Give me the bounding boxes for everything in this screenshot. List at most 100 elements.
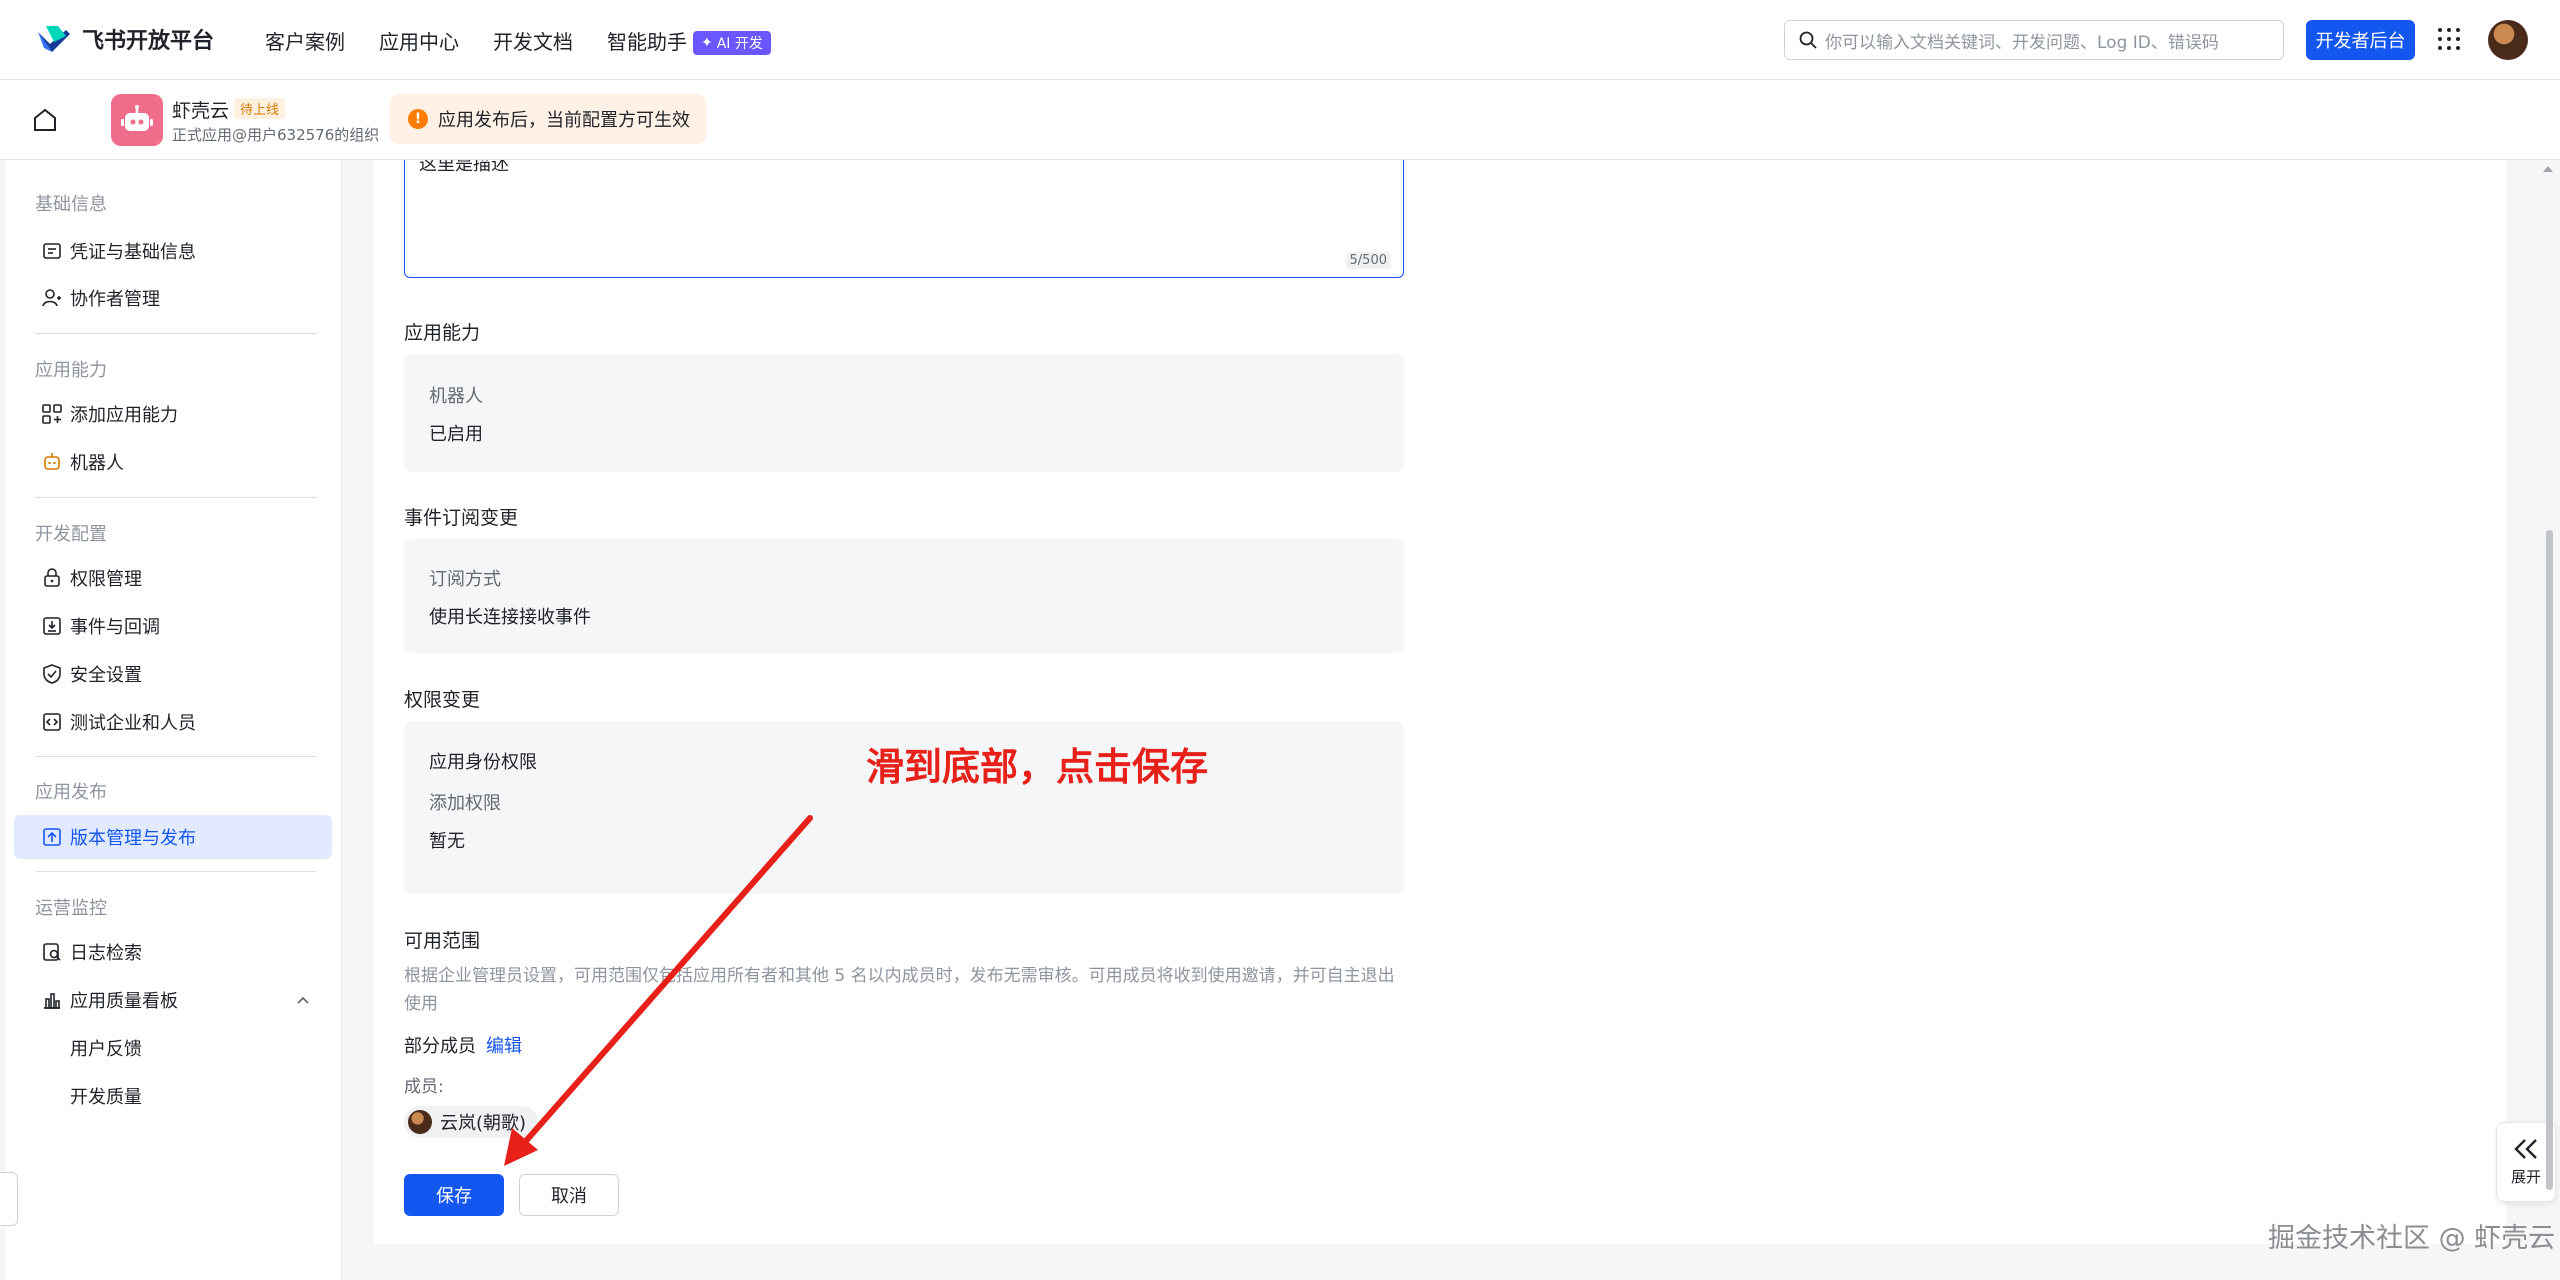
event-box: 订阅方式 使用长连接接收事件 <box>404 539 1404 653</box>
publish-notice: ! 应用发布后，当前配置方可生效 <box>390 94 706 144</box>
sidebar-item-test[interactable]: 测试企业和人员 <box>14 700 332 744</box>
section-title-event: 事件订阅变更 <box>404 507 519 529</box>
sidebar-item-credentials[interactable]: 凭证与基础信息 <box>14 229 332 273</box>
sidebar-item-label: 机器人 <box>70 453 124 474</box>
add-app-icon <box>42 404 62 424</box>
scope-partial: 部分成员 编辑 <box>404 1032 522 1058</box>
expand-label: 展开 <box>2510 1167 2541 1186</box>
logo[interactable]: 飞书开放平台 <box>36 22 214 56</box>
app-name: 虾壳云 <box>172 100 230 122</box>
sidebar-item-label: 开发质量 <box>70 1087 142 1108</box>
feishu-logo-icon <box>38 26 70 52</box>
sidebar-group-basic: 基础信息 <box>35 194 107 215</box>
save-button[interactable]: 保存 <box>404 1174 504 1216</box>
scroll-up-icon[interactable] <box>2543 166 2553 172</box>
search-placeholder: 你可以输入文档关键词、开发问题、Log ID、错误码 <box>1825 32 2219 53</box>
section-title-capability: 应用能力 <box>404 322 481 344</box>
sidebar-item-add-capability[interactable]: 添加应用能力 <box>14 392 332 436</box>
ai-badge-label: AI 开发 <box>716 36 763 52</box>
sidebar-group-ops: 运营监控 <box>35 898 107 919</box>
app-header: 虾壳云 待上线 正式应用@用户632576的组织 ! 应用发布后，当前配置方可生… <box>0 80 2560 160</box>
sidebar-item-logs[interactable]: 日志检索 <box>14 930 332 974</box>
sidebar-group-capability: 应用能力 <box>35 360 107 381</box>
member-name: 云岚(朝歌) <box>440 1113 527 1134</box>
sidebar-group-release: 应用发布 <box>35 782 107 803</box>
double-chevron-left-icon <box>2514 1138 2537 1159</box>
char-counter: 5/500 <box>1345 252 1391 269</box>
sidebar-item-label: 用户反馈 <box>70 1039 142 1060</box>
robot-icon <box>121 105 153 131</box>
member-chip: 云岚(朝歌) <box>404 1106 539 1138</box>
sidebar-item-label: 添加应用能力 <box>70 405 178 426</box>
char-count: 5 <box>1349 253 1358 268</box>
event-icon <box>43 617 61 635</box>
top-navbar: 飞书开放平台 客户案例 应用中心 开发文档 智能助手 ✦ AI 开发 你可以输入文档… <box>0 0 2560 80</box>
sidebar-divider <box>35 333 317 334</box>
nav-dev-docs[interactable]: 开发文档 <box>493 26 573 55</box>
search-icon <box>1799 31 1817 49</box>
sidebar-item-feedback[interactable]: 用户反馈 <box>14 1026 332 1070</box>
bar-chart-icon <box>44 993 60 1009</box>
sidebar-item-bot[interactable]: 机器人 <box>14 440 332 484</box>
scrollbar-thumb[interactable] <box>2546 530 2553 1190</box>
perm-identity: 应用身份权限 <box>429 752 537 773</box>
feedback-tab[interactable] <box>0 1172 18 1226</box>
top-nav: 客户案例 应用中心 开发文档 智能助手 ✦ AI 开发 <box>265 26 771 55</box>
status-badge: 待上线 <box>234 98 286 119</box>
home-icon[interactable] <box>32 107 58 133</box>
sidebar-item-events[interactable]: 事件与回调 <box>14 604 332 648</box>
developer-console-button[interactable]: 开发者后台 <box>2306 20 2415 60</box>
sidebar-divider <box>35 497 317 498</box>
description-textarea[interactable]: 这里是描述 5/500 <box>404 160 1404 278</box>
sidebar-item-label: 协作者管理 <box>70 289 160 310</box>
sidebar-item-label: 版本管理与发布 <box>70 828 196 849</box>
sidebar-item-label: 凭证与基础信息 <box>70 242 196 263</box>
sidebar-item-label: 安全设置 <box>70 665 142 686</box>
sidebar-item-label: 应用质量看板 <box>70 991 178 1012</box>
sidebar: 基础信息 凭证与基础信息 协作者管理 应用能力 添加应用能力 机器人 开发配置 … <box>6 160 342 1280</box>
user-avatar[interactable] <box>2488 20 2528 60</box>
credential-icon <box>43 243 61 259</box>
warning-icon: ! <box>408 109 428 129</box>
nav-ai-assistant-label: 智能助手 <box>607 30 687 54</box>
sidebar-item-quality[interactable]: 应用质量看板 <box>14 978 332 1022</box>
cancel-button[interactable]: 取消 <box>519 1174 619 1216</box>
app-org: 正式应用@用户632576的组织 <box>172 126 380 144</box>
section-title-permissions: 权限变更 <box>404 689 481 711</box>
main-content <box>374 160 2506 1244</box>
annotation-text: 滑到底部，点击保存 <box>866 745 1209 789</box>
sidebar-item-version[interactable]: 版本管理与发布 <box>14 815 332 859</box>
capability-box: 机器人 已启用 <box>404 354 1404 472</box>
sidebar-divider <box>35 871 317 872</box>
code-icon <box>43 713 61 731</box>
char-max: /500 <box>1357 253 1387 268</box>
chevron-up-icon[interactable] <box>296 994 310 1006</box>
perm-add-label: 添加权限 <box>429 793 501 814</box>
avatar <box>408 1110 432 1134</box>
watermark: 掘金技术社区 @ 虾壳云 <box>2268 1223 2556 1254</box>
search-input[interactable]: 你可以输入文档关键词、开发问题、Log ID、错误码 <box>1784 20 2284 60</box>
log-search-icon <box>43 943 61 961</box>
logo-text: 飞书开放平台 <box>82 29 215 54</box>
sidebar-item-dev-quality[interactable]: 开发质量 <box>14 1074 332 1118</box>
sidebar-item-label: 权限管理 <box>70 569 142 590</box>
lock-icon <box>44 568 60 587</box>
bot-icon <box>44 453 60 470</box>
nav-app-center[interactable]: 应用中心 <box>379 26 459 55</box>
sparkle-icon: ✦ <box>701 35 713 51</box>
sidebar-item-collaborators[interactable]: 协作者管理 <box>14 276 332 320</box>
event-value: 使用长连接接收事件 <box>429 607 591 628</box>
nav-customer-cases[interactable]: 客户案例 <box>265 26 345 55</box>
app-grid-icon[interactable] <box>2436 26 2462 52</box>
shield-icon <box>43 664 61 684</box>
scope-edit-link[interactable]: 编辑 <box>486 1036 522 1057</box>
sidebar-item-label: 测试企业和人员 <box>70 713 196 734</box>
sidebar-item-label: 日志检索 <box>70 943 142 964</box>
sidebar-item-security[interactable]: 安全设置 <box>14 652 332 696</box>
sidebar-divider <box>35 756 317 757</box>
sidebar-group-dev: 开发配置 <box>35 524 107 545</box>
sidebar-item-permissions[interactable]: 权限管理 <box>14 556 332 600</box>
nav-ai-assistant[interactable]: 智能助手 ✦ AI 开发 <box>607 26 771 55</box>
sidebar-item-label: 事件与回调 <box>70 617 160 638</box>
upload-icon <box>43 828 61 846</box>
